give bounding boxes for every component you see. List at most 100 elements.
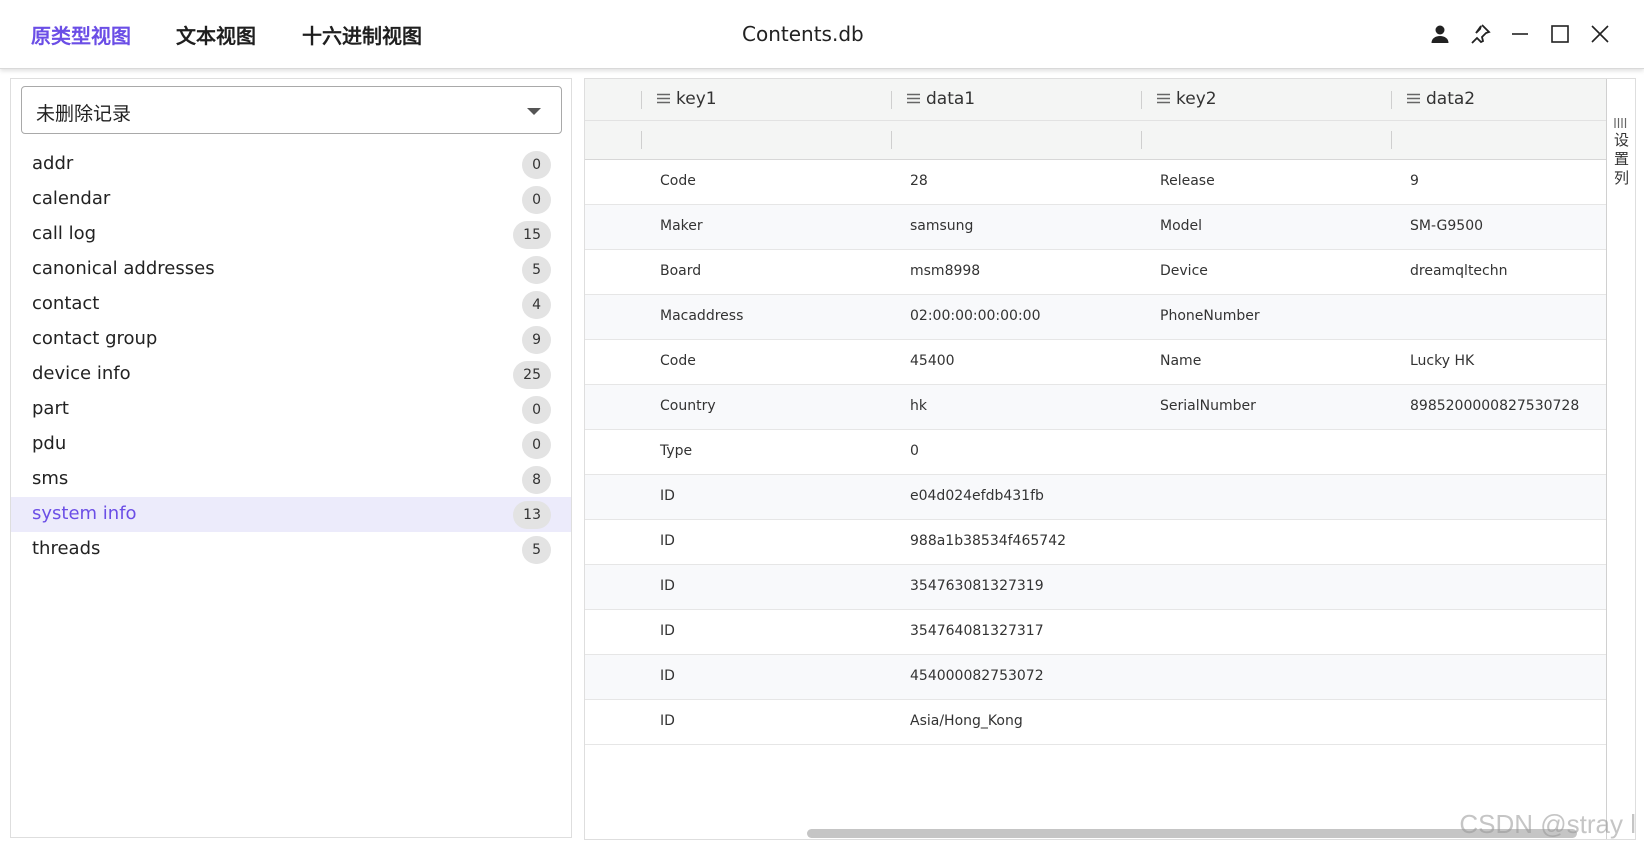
count-badge: 9 bbox=[522, 326, 551, 354]
column-header-label: data1 bbox=[926, 89, 976, 109]
list-item-selected[interactable]: system info 13 bbox=[11, 497, 571, 532]
grid-filter-row[interactable] bbox=[585, 121, 1607, 160]
table-cell-data1: 28 bbox=[910, 173, 928, 189]
list-item[interactable]: part 0 bbox=[11, 392, 571, 427]
table-cell-data2: 9 bbox=[1410, 173, 1419, 189]
table-cell-data1: msm8998 bbox=[910, 263, 981, 279]
table-row[interactable]: Board msm8998 Device dreamqltechn bbox=[585, 250, 1607, 295]
list-item-label: sms bbox=[32, 468, 69, 489]
list-item-label: call log bbox=[32, 223, 97, 244]
count-badge: 0 bbox=[522, 151, 551, 179]
table-cell-data1: samsung bbox=[910, 218, 974, 234]
table-cell-key2: Model bbox=[1160, 218, 1203, 234]
close-icon[interactable] bbox=[1588, 22, 1612, 46]
column-divider bbox=[1391, 131, 1392, 149]
app-window: 原类型视图 文本视图 十六进制视图 Contents.db 未删除记录 addr… bbox=[0, 0, 1644, 848]
table-row[interactable]: ID 988a1b38534f465742 bbox=[585, 520, 1607, 565]
list-item-label: system info bbox=[32, 503, 137, 524]
list-item[interactable]: call log 15 bbox=[11, 217, 571, 252]
list-item[interactable]: device info 25 bbox=[11, 357, 571, 392]
record-filter-dropdown[interactable]: 未删除记录 bbox=[21, 86, 562, 134]
table-cell-data1: 45400 bbox=[910, 353, 955, 369]
menu-icon bbox=[907, 89, 920, 109]
column-header-key2[interactable]: key2 bbox=[1157, 89, 1217, 109]
table-cell-key2: Release bbox=[1160, 173, 1215, 189]
table-row[interactable]: ID 354764081327317 bbox=[585, 610, 1607, 655]
count-badge: 4 bbox=[522, 291, 551, 319]
table-cell-key2: Name bbox=[1160, 353, 1202, 369]
list-item[interactable]: contact 4 bbox=[11, 287, 571, 322]
column-divider bbox=[641, 91, 642, 109]
menu-icon bbox=[1407, 89, 1420, 109]
count-badge: 15 bbox=[513, 221, 551, 249]
column-header-data2[interactable]: data2 bbox=[1407, 89, 1475, 109]
maximize-icon[interactable] bbox=[1548, 22, 1572, 46]
table-row[interactable]: Country hk SerialNumber 89852000008275307​2… bbox=[585, 385, 1607, 430]
table-cell-data1: 0 bbox=[910, 443, 919, 459]
table-cell-data1: 354764081327317 bbox=[910, 623, 1044, 639]
columns-icon bbox=[1614, 113, 1628, 128]
table-cell-data1: 988a1b38534f465742 bbox=[910, 533, 1067, 549]
column-settings-button[interactable]: 设置列 bbox=[1606, 79, 1635, 839]
table-cell-data1: 454000082753072 bbox=[910, 668, 1044, 684]
column-header-label: key2 bbox=[1176, 89, 1217, 109]
list-item[interactable]: pdu 0 bbox=[11, 427, 571, 462]
count-badge: 0 bbox=[522, 186, 551, 214]
column-header-label: data2 bbox=[1426, 89, 1476, 109]
table-cell-key2: Device bbox=[1160, 263, 1208, 279]
count-badge: 5 bbox=[522, 536, 551, 564]
table-row[interactable]: Maker samsung Model SM-G9500 bbox=[585, 205, 1607, 250]
count-badge: 5 bbox=[522, 256, 551, 284]
list-item-label: addr bbox=[32, 153, 74, 174]
menu-icon bbox=[657, 89, 670, 109]
count-badge: 25 bbox=[513, 361, 551, 389]
table-row[interactable]: Type 0 bbox=[585, 430, 1607, 475]
pin-icon[interactable] bbox=[1468, 22, 1492, 46]
list-item[interactable]: addr 0 bbox=[11, 147, 571, 182]
table-row[interactable]: Code 28 Release 9 bbox=[585, 160, 1607, 205]
list-item[interactable]: sms 8 bbox=[11, 462, 571, 497]
table-row[interactable]: Macaddress 02:00:00:00:00:00 PhoneNumber bbox=[585, 295, 1607, 340]
list-item[interactable]: contact group 9 bbox=[11, 322, 571, 357]
table-cell-key1: ID bbox=[660, 713, 675, 729]
table-cell-data2: dreamqltechn bbox=[1410, 263, 1508, 279]
column-divider bbox=[1141, 131, 1142, 149]
tab-hex-view[interactable]: 十六进制视图 bbox=[302, 20, 422, 49]
list-item[interactable]: threads 5 bbox=[11, 532, 571, 567]
tab-text-view[interactable]: 文本视图 bbox=[176, 20, 256, 49]
minimize-icon[interactable] bbox=[1508, 22, 1532, 46]
table-list-panel: 未删除记录 addr 0 calendar 0 call log 15 canonic… bbox=[10, 78, 572, 838]
table-row[interactable]: ID Asia/Hong_Kong bbox=[585, 700, 1607, 745]
count-badge: 0 bbox=[522, 396, 551, 424]
data-grid: key1 data1 key2 data2 Code 28 Release 9 Make… bbox=[585, 79, 1607, 839]
table-cell-key1: Macaddress bbox=[660, 308, 744, 324]
list-item-label: calendar bbox=[32, 188, 111, 209]
table-row[interactable]: ID e04d024efdb431fb bbox=[585, 475, 1607, 520]
user-icon[interactable] bbox=[1428, 22, 1452, 46]
column-divider bbox=[891, 91, 892, 109]
watermark: CSDN @stray l bbox=[1459, 809, 1636, 839]
table-row[interactable]: ID 354763081327319 bbox=[585, 565, 1607, 610]
table-cell-key1: Code bbox=[660, 353, 696, 369]
table-cell-data2: 89852000008275307​28 bbox=[1410, 398, 1580, 414]
grid-header-row: key1 data1 key2 data2 bbox=[585, 79, 1607, 121]
list-item-label: pdu bbox=[32, 433, 67, 454]
list-item[interactable]: calendar 0 bbox=[11, 182, 571, 217]
table-row[interactable]: ID 454000082753072 bbox=[585, 655, 1607, 700]
list-item-label: device info bbox=[32, 363, 131, 384]
table-cell-key1: Maker bbox=[660, 218, 703, 234]
table-cell-data2: SM-G9500 bbox=[1410, 218, 1484, 234]
count-badge: 13 bbox=[513, 501, 551, 529]
window-title: Contents.db bbox=[742, 22, 864, 46]
table-row[interactable]: Code 45400 Name Lucky HK bbox=[585, 340, 1607, 385]
table-cell-data1: hk bbox=[910, 398, 927, 414]
column-header-data1[interactable]: data1 bbox=[907, 89, 975, 109]
list-item-label: canonical addresses bbox=[32, 258, 215, 279]
list-item[interactable]: canonical addresses 5 bbox=[11, 252, 571, 287]
column-header-key1[interactable]: key1 bbox=[657, 89, 717, 109]
list-item-label: contact bbox=[32, 293, 100, 314]
column-settings-label: 设置列 bbox=[1614, 131, 1630, 187]
table-cell-key2: SerialNumber bbox=[1160, 398, 1256, 414]
tab-raw-type-view[interactable]: 原类型视图 bbox=[31, 20, 131, 49]
table-cell-key1: ID bbox=[660, 623, 675, 639]
